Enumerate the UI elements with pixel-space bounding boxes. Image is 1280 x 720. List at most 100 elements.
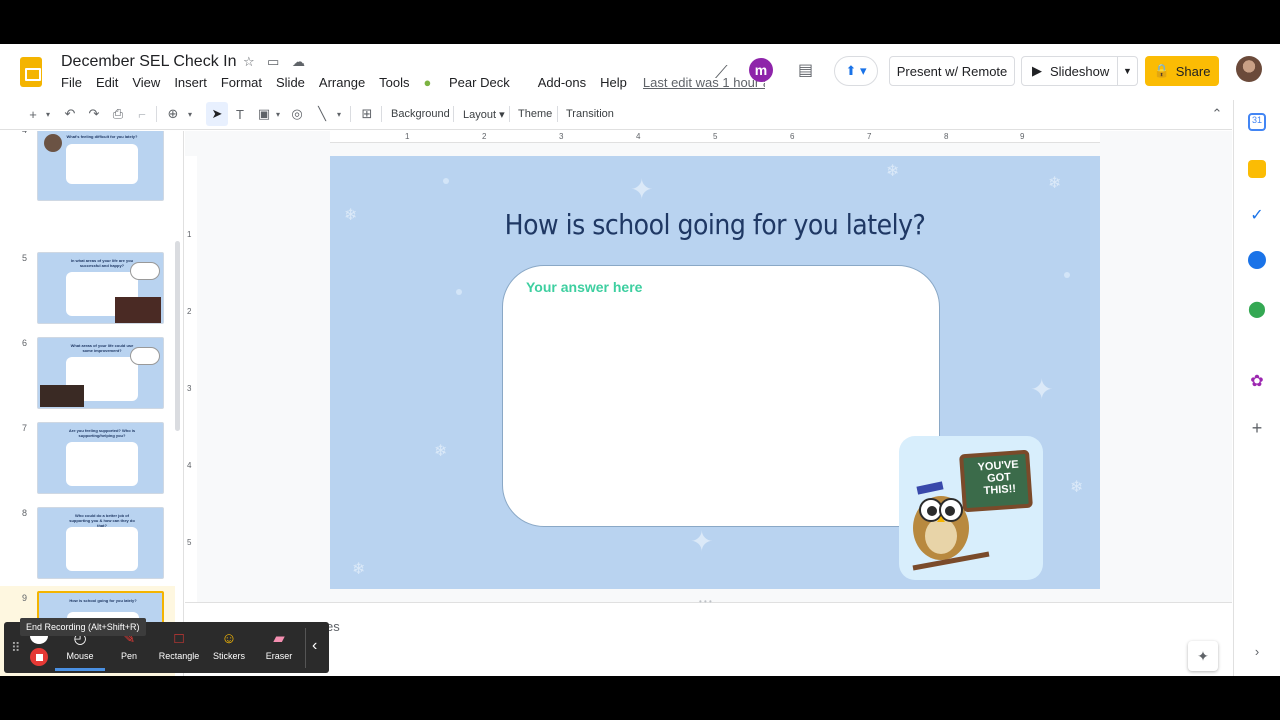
image-dropdown-icon[interactable]: ▾ <box>273 104 283 124</box>
divider <box>381 106 382 122</box>
slideshow-dropdown-icon[interactable]: ▼ <box>1117 57 1137 85</box>
line-dropdown-icon[interactable]: ▾ <box>334 104 344 124</box>
slide-thumbnail-5[interactable]: In what areas of your life are you succe… <box>37 252 164 324</box>
ruler-mark: 9 <box>1020 132 1025 141</box>
expand-panel-icon[interactable]: › <box>1248 644 1266 662</box>
activity-dashboard-icon[interactable]: ⟋ <box>715 62 728 83</box>
vertical-ruler[interactable]: 1 2 3 4 5 <box>185 156 197 634</box>
slide-title[interactable]: How is school going for you lately? <box>330 208 1100 241</box>
ruler-mark: 1 <box>405 132 410 141</box>
ruler-mark: 5 <box>713 132 718 141</box>
cloud-status-icon[interactable]: ☁ <box>292 54 305 70</box>
paint-format-icon[interactable]: ⌐ <box>133 104 151 124</box>
collapse-recorder-icon[interactable]: ‹ <box>312 637 317 655</box>
comments-icon[interactable]: ▤ <box>798 60 813 80</box>
ruler-mark: 4 <box>187 461 192 470</box>
tasks-icon[interactable]: ✓ <box>1248 205 1266 224</box>
answer-placeholder[interactable]: Your answer here <box>526 279 642 295</box>
menu-view[interactable]: View <box>132 75 160 90</box>
explore-button[interactable]: ✦ <box>1188 641 1218 671</box>
share-button[interactable]: 🔒 Share <box>1145 56 1219 86</box>
menu-slide[interactable]: Slide <box>276 75 305 90</box>
new-slide-icon[interactable]: + <box>24 104 42 124</box>
slides-logo[interactable] <box>20 57 42 87</box>
filmstrip-scrollbar[interactable] <box>175 241 180 431</box>
text-box-icon[interactable]: T <box>231 104 249 124</box>
present-to-meeting-button[interactable]: ⬆ ▾ <box>834 56 878 86</box>
print-icon[interactable]: ⎙ <box>109 104 127 124</box>
slide-thumbnail-4[interactable]: What's feeling difficult for you lately? <box>37 131 164 201</box>
slides-app: December SEL Check In ☆ ▭ ☁ File Edit Vi… <box>0 44 1280 676</box>
divider <box>453 106 454 122</box>
owl-sticker[interactable]: YOU'VE GOT THIS!! <box>899 436 1043 580</box>
thumb-thought-bubble <box>130 262 160 280</box>
notes-resize-handle[interactable]: • • • <box>699 597 712 606</box>
slide-number: 9 <box>22 593 28 603</box>
menu-format[interactable]: Format <box>221 75 262 90</box>
horizontal-ruler[interactable]: 1 2 3 4 5 6 7 8 9 <box>330 131 1100 143</box>
menu-pear-deck[interactable]: ● Pear Deck <box>424 75 524 90</box>
transition-button[interactable]: Transition <box>566 108 614 120</box>
rectangle-icon: □ <box>174 630 184 647</box>
last-edit-link[interactable]: Last edit was 1 hour ago <box>643 75 765 90</box>
background-button[interactable]: Background <box>391 108 450 120</box>
sparkle-icon: ✦ <box>690 526 714 557</box>
eraser-tool[interactable]: ▰ Eraser <box>254 630 304 661</box>
drag-handle-icon[interactable]: ⠿ <box>11 640 21 656</box>
calendar-icon[interactable]: 31 <box>1248 113 1266 131</box>
speaker-notes[interactable]: • • • <box>185 597 1232 676</box>
shape-icon[interactable]: ◎ <box>288 104 306 124</box>
image-icon[interactable]: ▣ <box>255 104 273 124</box>
sparkle-icon: ✦ <box>1030 374 1054 405</box>
stickers-tool[interactable]: ☺ Stickers <box>204 630 254 661</box>
theme-button[interactable]: Theme <box>518 108 552 120</box>
move-folder-icon[interactable]: ▭ <box>267 54 279 70</box>
snow-dot <box>456 289 462 295</box>
thumb-webcam-image <box>44 134 62 152</box>
slideshow-button[interactable]: ▶ Slideshow ▼ <box>1021 56 1138 86</box>
zoom-dropdown-icon[interactable]: ▾ <box>184 104 196 124</box>
thumb-question: What areas of your life could use some i… <box>70 343 134 353</box>
present-remote-button[interactable]: Present w/ Remote <box>889 56 1015 86</box>
new-slide-dropdown-icon[interactable]: ▾ <box>42 104 54 124</box>
contacts-icon[interactable] <box>1248 251 1266 269</box>
menu-edit[interactable]: Edit <box>96 75 118 90</box>
document-title[interactable]: December SEL Check In <box>61 53 236 71</box>
undo-icon[interactable]: ↶ <box>61 104 79 124</box>
slide-thumbnail-7[interactable]: Are you feeling supported? Who is suppor… <box>37 422 164 494</box>
layout-button[interactable]: Layout ▾ <box>463 108 505 121</box>
keep-icon[interactable] <box>1248 160 1266 178</box>
menu-arrange[interactable]: Arrange <box>319 75 365 90</box>
get-addons-icon[interactable]: + <box>1248 418 1266 438</box>
slide-thumbnail-6[interactable]: What areas of your life could use some i… <box>37 337 164 409</box>
redo-icon[interactable]: ↷ <box>85 104 103 124</box>
pear-deck-m-icon[interactable]: m <box>749 58 773 82</box>
select-cursor-icon[interactable]: ➤ <box>206 102 228 126</box>
end-recording-tooltip: End Recording (Alt+Shift+R) <box>20 618 146 636</box>
line-icon[interactable]: ╲ <box>313 104 331 124</box>
star-icon[interactable]: ☆ <box>243 54 255 70</box>
thumb-answer-box <box>66 144 138 184</box>
collapse-toolbar-icon[interactable]: ⌃ <box>1208 104 1226 124</box>
ruler-mark: 6 <box>790 132 795 141</box>
explore-icon: ✦ <box>1197 647 1209 664</box>
answer-text-box[interactable]: Your answer here <box>502 265 940 527</box>
avatar[interactable] <box>1236 56 1262 82</box>
menu-insert[interactable]: Insert <box>174 75 207 90</box>
rectangle-tool[interactable]: □ Rectangle <box>154 630 204 661</box>
addon-icon[interactable]: ✿ <box>1248 371 1266 390</box>
divider <box>305 628 306 668</box>
menu-file[interactable]: File <box>61 75 82 90</box>
menu-help[interactable]: Help <box>600 75 627 90</box>
current-slide[interactable]: ✦ ✦ ✦ ❄ ❄ ❄ ❄ ❄ ❄ How is school going fo… <box>330 156 1100 589</box>
stop-recording-button[interactable] <box>30 648 48 666</box>
menu-addons[interactable]: Add-ons <box>538 75 586 90</box>
add-comment-icon[interactable]: ⊞ <box>358 104 376 124</box>
zoom-icon[interactable]: ⊕ <box>164 104 182 124</box>
ruler-mark: 7 <box>867 132 872 141</box>
maps-icon[interactable]: ⬤ <box>1248 299 1266 318</box>
menu-tools[interactable]: Tools <box>379 75 409 90</box>
slide-thumbnail-8[interactable]: Who could do a better job of supporting … <box>37 507 164 579</box>
slide-number: 7 <box>22 423 28 433</box>
ruler-mark: 5 <box>187 538 192 547</box>
